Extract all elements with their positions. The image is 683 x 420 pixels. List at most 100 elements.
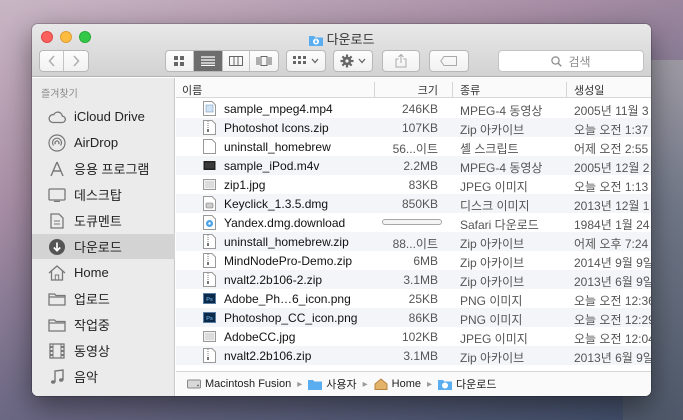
cloud-icon [48,108,66,126]
sidebar-item-uploads[interactable]: 업로드 [32,286,175,311]
column-size-header[interactable]: 크기 [416,82,438,98]
column-view-button[interactable] [223,51,251,71]
movie-thumb-icon [203,158,216,173]
sidebar-item-work-in-progress[interactable]: 작업중 [32,312,175,337]
file-name: nvalt2.2b106.zip [224,349,312,363]
path-item-volume[interactable]: Macintosh Fusion [187,378,291,390]
list-view-button[interactable] [193,51,223,71]
magnifier-icon [551,55,563,67]
file-name: Adobe_Ph…6_icon.png [224,292,351,306]
file-name: Photoshop_CC_icon.png [224,311,358,325]
file-row[interactable]: nvalt2.2b106-2.zip 3.1MB Zip 아카이브 2013년 6월 … [176,270,651,289]
file-kind: Safari 다운로드 [460,218,539,232]
title-bar: 다운로드 검색 [32,24,651,77]
file-size: 25KB [408,292,438,306]
zip-file-icon [203,234,216,249]
file-date: 2005년 11월 3 [574,104,649,118]
file-kind: Zip 아카이브 [460,237,525,251]
sidebar-item-airdrop[interactable]: AirDrop [32,130,175,155]
search-field[interactable]: 검색 [498,50,644,72]
file-date: 2013년 12월 1 [574,199,650,213]
zip-file-icon [203,272,216,287]
file-kind: Zip 아카이브 [460,275,525,289]
sidebar-item-label: 응용 프로그램 [74,162,150,177]
folder-icon [48,290,66,308]
sidebar-item-home[interactable]: Home [32,260,175,285]
search-placeholder: 검색 [568,54,591,69]
file-row[interactable]: Ps Photoshop_CC_icon.png 86KB PNG 이미지 오늘 오전 … [176,308,651,327]
path-item-users[interactable]: 사용자 [308,376,357,392]
sidebar-item-documents[interactable]: 도큐멘트 [32,208,175,233]
column-divider[interactable] [566,82,567,98]
chevron-left-icon [47,55,55,67]
file-row[interactable]: uninstall_homebrew.zip 88...이트 Zip 아카이브 어제 … [176,232,651,251]
download-progress-bar [382,219,442,225]
column-kind-header[interactable]: 종류 [460,82,480,98]
file-kind: 셸 스크립트 [460,142,519,156]
column-divider[interactable] [452,82,453,98]
file-rows: sample_mpeg4.mp4 246KB MPEG-4 동영상 2005년 11월… [176,99,651,365]
column-name-header[interactable]: 이름 [182,82,202,98]
file-row[interactable]: Yandex.dmg.download Safari 다운로드 1984년 1월 2… [176,213,651,232]
file-row[interactable]: Photoshot Icons.zip 107KB Zip 아카이브 오늘 오전 1:… [176,118,651,137]
icon-view-button[interactable] [166,51,194,71]
sidebar-item-applications[interactable]: 응용 프로그램 [32,156,175,181]
file-date: 2005년 12월 2 [574,161,650,175]
sidebar-item-label: iCloud Drive [74,109,145,124]
path-item-downloads[interactable]: 다운로드 [438,376,497,392]
file-size: 2.2MB [403,159,438,173]
file-kind: Zip 아카이브 [460,256,525,270]
file-date: 2013년 6월 9일 [574,275,651,289]
file-size: 850KB [401,197,438,211]
path-item-label: 다운로드 [456,379,497,391]
file-row[interactable]: AdobeCC.jpg 102KB JPEG 이미지 오늘 오전 12:04 [176,327,651,346]
file-name: sample_iPod.m4v [224,159,320,173]
file-row[interactable]: uninstall_homebrew 56...이트 셸 스크립트 어제 오전 2:5… [176,137,651,156]
zip-file-icon [203,253,216,268]
file-name: AdobeCC.jpg [224,330,296,344]
movies-icon [48,342,66,360]
forward-button[interactable] [64,51,88,71]
sidebar-item-label: AirDrop [74,135,119,150]
sidebar-item-music[interactable]: 음악 [32,364,175,389]
file-row[interactable]: zip1.jpg 83KB JPEG 이미지 오늘 오전 1:13 [176,175,651,194]
nav-buttons [39,50,89,72]
sidebar-item-icloud-drive[interactable]: iCloud Drive [32,104,175,129]
hard-drive-icon [187,379,201,389]
path-item-home[interactable]: Home [374,378,421,390]
file-row[interactable]: Ps Adobe_Ph…6_icon.png 25KB PNG 이미지 오늘 오전 12… [176,289,651,308]
sidebar-item-downloads[interactable]: 다운로드 [32,234,175,259]
tags-button[interactable] [429,50,469,72]
path-item-label: Home [391,378,421,390]
file-row[interactable]: nvalt2.2b106.zip 3.1MB Zip 아카이브 2013년 6월 9일 [176,346,651,365]
file-row[interactable]: Keyclick_1.3.5.dmg 850KB 디스크 이미지 2013년 12월 … [176,194,651,213]
file-name: Yandex.dmg.download [224,216,346,230]
sidebar-item-desktop[interactable]: 데스크탑 [32,182,175,207]
file-name: uninstall_homebrew [224,140,331,154]
file-row[interactable]: MindNodePro-Demo.zip 6MB Zip 아카이브 2014년 9월 … [176,251,651,270]
file-size: 83KB [408,178,438,192]
sidebar-item-label: 도큐멘트 [74,214,122,229]
file-list: 이름 크기 종류 생성일 sample_mpeg4.mp4 246KB MPEG-4… [176,78,651,371]
file-kind: MPEG-4 동영상 [460,104,543,118]
arrange-grid-icon [293,56,306,64]
tag-icon [440,56,457,66]
file-row[interactable]: sample_mpeg4.mp4 246KB MPEG-4 동영상 2005년 11월… [176,99,651,118]
grid-icon [174,56,185,66]
finder-window: 다운로드 검색 즐겨찾기 iCloud Drive AirDrop 응용 프로그… [32,24,651,396]
desktop-icon [48,186,66,204]
cover-flow-button[interactable] [250,51,278,71]
share-button[interactable] [382,50,420,72]
sidebar-item-movies[interactable]: 동영상 [32,338,175,363]
file-name: nvalt2.2b106-2.zip [224,273,323,287]
column-date-header[interactable]: 생성일 [574,82,604,98]
window-title: 다운로드 [32,29,651,49]
action-button[interactable] [333,50,373,72]
arrange-button[interactable] [286,50,326,72]
column-divider[interactable] [374,82,375,98]
back-button[interactable] [40,51,65,71]
file-kind: PNG 이미지 [460,294,523,308]
svg-text:Ps: Ps [206,297,213,303]
file-row[interactable]: sample_iPod.m4v 2.2MB MPEG-4 동영상 2005년 12월 … [176,156,651,175]
sidebar-heading-favorites: 즐겨찾기 [41,89,78,100]
